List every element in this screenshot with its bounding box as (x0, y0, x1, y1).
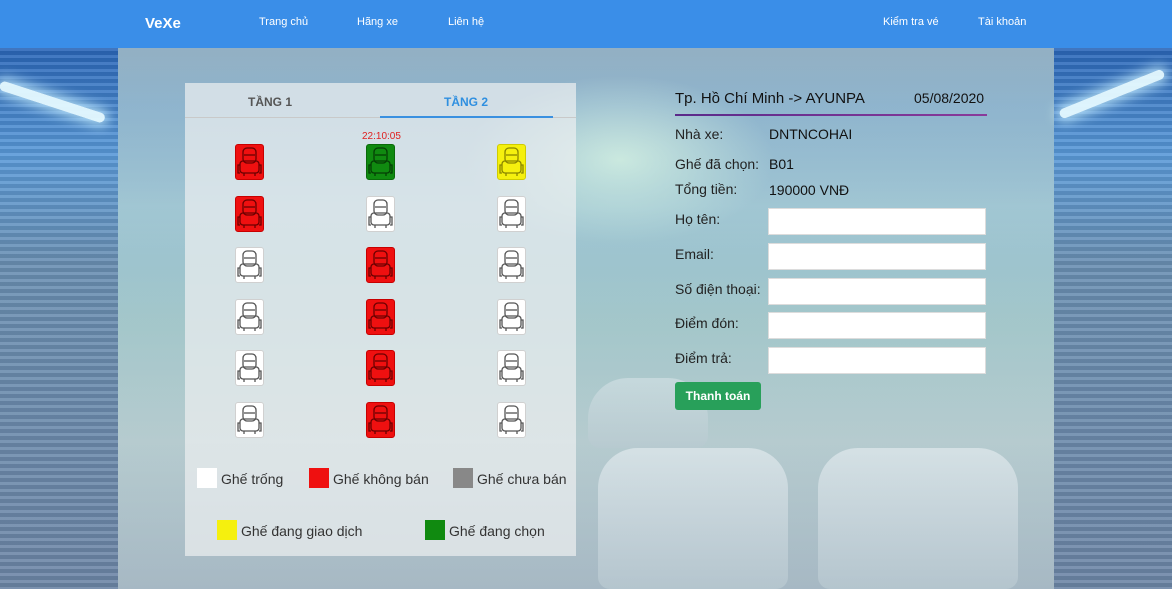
dropoff-label: Điểm trả: (675, 350, 732, 366)
active-tab-indicator (380, 116, 553, 118)
legend-swatch-red (309, 468, 329, 488)
legend-swatch-yellow (217, 520, 237, 540)
seat-icon (499, 404, 524, 434)
operator-label: Nhà xe: (675, 126, 724, 142)
seat-icon (499, 147, 524, 176)
seat-white[interactable] (497, 350, 526, 386)
seat-icon (237, 147, 262, 176)
background-bus-seat (818, 448, 1018, 589)
total-value: 190000 VNĐ (769, 182, 850, 198)
dropoff-input[interactable] (768, 347, 986, 374)
legend-label-empty: Ghế trống (221, 471, 284, 487)
selected-seat-value: B01 (769, 156, 794, 172)
trip-route: Tp. Hồ Chí Minh -> AYUNPA (675, 90, 865, 107)
seat-icon (237, 404, 262, 434)
seat-white[interactable] (235, 298, 264, 335)
seat-icon (237, 301, 262, 331)
seat-red[interactable] (366, 247, 395, 283)
legend-swatch-gray (453, 468, 473, 488)
phone-input[interactable] (768, 278, 986, 305)
seat-white[interactable] (235, 247, 264, 283)
seat-icon (499, 301, 524, 331)
seat-white[interactable] (497, 298, 526, 335)
seat-icon (368, 147, 393, 176)
seat-red[interactable] (235, 144, 264, 180)
pickup-input[interactable] (768, 312, 986, 339)
name-input[interactable] (768, 208, 986, 235)
seat-icon (499, 250, 524, 279)
legend-label-in-transaction: Ghế đang giao dịch (241, 523, 363, 539)
seat-icon (368, 301, 393, 331)
hold-timer: 22:10:05 (362, 131, 401, 142)
nav-link-bus-companies[interactable]: Hãng xe (357, 16, 398, 28)
background-left-panel (0, 48, 118, 589)
top-navbar: VeXe Trang chủ Hãng xe Liên hệ Kiểm tra … (0, 0, 1172, 48)
nav-link-contact[interactable]: Liên hệ (448, 16, 484, 28)
seat-red[interactable] (366, 350, 395, 386)
name-label: Họ tên: (675, 211, 721, 227)
seat-icon (237, 250, 262, 279)
selected-seat-label: Ghế đã chọn: (675, 156, 760, 172)
nav-link-check-ticket[interactable]: Kiểm tra vé (883, 16, 939, 28)
seat-white[interactable] (497, 401, 526, 438)
seat-icon (368, 404, 393, 434)
email-input[interactable] (768, 243, 986, 270)
brand-logo[interactable]: VeXe (145, 15, 181, 32)
seat-icon (499, 353, 524, 382)
legend-label-not-for-sale: Ghế không bán (333, 471, 429, 487)
seat-icon (368, 250, 393, 279)
nav-link-home[interactable]: Trang chủ (259, 16, 308, 28)
legend-label-unsold: Ghế chưa bán (477, 471, 567, 487)
tab-floor-2[interactable]: TẦNG 2 (444, 95, 488, 109)
legend-swatch-white (197, 468, 217, 488)
seat-icon (237, 353, 262, 382)
seat-icon (368, 198, 393, 228)
seat-white[interactable] (235, 401, 264, 438)
phone-label: Số điện thoại: (675, 281, 761, 297)
pay-button[interactable]: Thanh toán (675, 382, 761, 410)
legend-swatch-green (425, 520, 445, 540)
pickup-label: Điểm đón: (675, 315, 739, 331)
seat-icon (368, 353, 393, 382)
trip-date: 05/08/2020 (914, 90, 985, 106)
tab-floor-1[interactable]: TẦNG 1 (248, 95, 292, 109)
seat-icon (237, 198, 262, 228)
seat-green[interactable] (366, 144, 395, 180)
email-label: Email: (675, 246, 714, 262)
seat-red[interactable] (235, 195, 264, 232)
seat-white[interactable] (366, 195, 395, 232)
background-right-panel (1054, 48, 1172, 589)
seat-icon (499, 198, 524, 228)
seat-red[interactable] (366, 298, 395, 335)
operator-value: DNTNCOHAI (769, 126, 853, 142)
seat-red[interactable] (366, 401, 395, 438)
nav-link-account[interactable]: Tài khoản (978, 16, 1026, 28)
total-label: Tổng tiền: (675, 181, 738, 197)
trip-header-underline (675, 114, 987, 116)
background-bus-seat (598, 448, 788, 589)
seat-white[interactable] (235, 350, 264, 386)
legend-label-selected: Ghế đang chọn (449, 523, 545, 539)
seat-map-card: TẦNG 1 TẦNG 2 22:10:05 Ghế trống Ghế khô… (185, 83, 576, 556)
seat-yellow[interactable] (497, 144, 526, 180)
seat-white[interactable] (497, 247, 526, 283)
seat-white[interactable] (497, 195, 526, 232)
